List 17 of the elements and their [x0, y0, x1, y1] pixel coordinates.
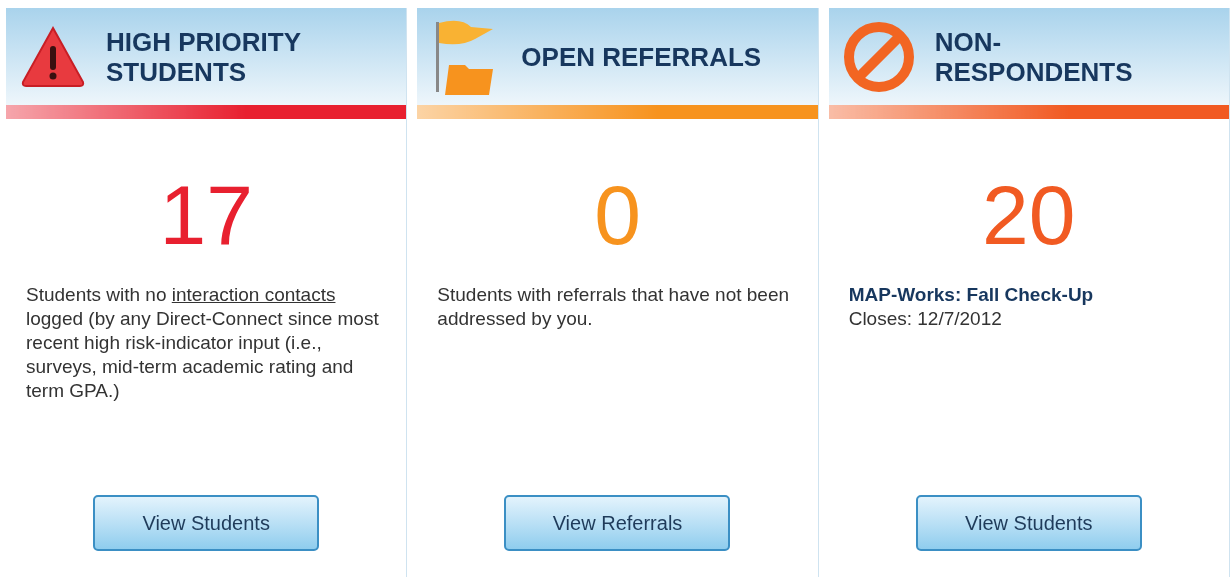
- description-text: Students with referrals that have not been addressed by you.: [437, 283, 791, 331]
- view-button[interactable]: View Students: [93, 495, 320, 551]
- count-number: 20: [982, 173, 1076, 257]
- card-title: NON-: [934, 26, 1003, 57]
- card-title: HIGH PRIORITY: [106, 26, 301, 57]
- survey-name: MAP-Works: Fall Check-Up: [848, 283, 1095, 307]
- description-text: Students with no interaction contacts logged (by any Direct-Connect since most recent high risk-indicator input (i.e., surveys, mid-term academic rating and term GPA.): [26, 283, 380, 403]
- view-button[interactable]: View Referrals: [504, 495, 731, 551]
- count-number: 0: [594, 173, 641, 257]
- card-title: OPEN REFERRALS: [521, 41, 762, 72]
- card-title: STUDENTS: [106, 56, 248, 87]
- count-number: 17: [159, 173, 253, 257]
- no-entry-icon: [842, 20, 915, 93]
- card-title: RESPONDENTS: [934, 56, 1133, 87]
- view-button[interactable]: View Students: [915, 495, 1142, 551]
- interaction-link[interactable]: interaction contacts: [171, 284, 336, 305]
- close-date: Closes: 12/7/2012: [848, 307, 1003, 331]
